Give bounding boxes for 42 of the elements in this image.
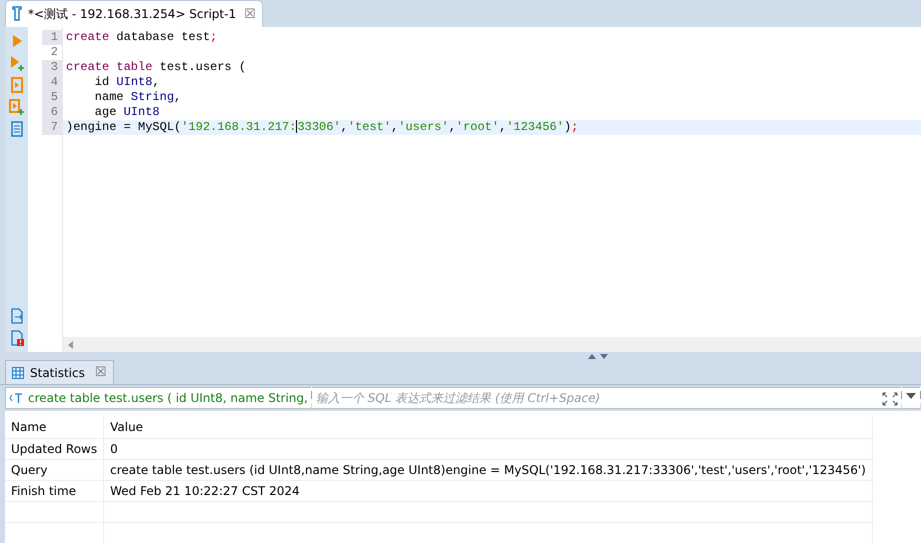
scroll-left-icon[interactable] [67, 340, 75, 350]
tab-title: Statistics [30, 366, 85, 380]
play-add-icon[interactable] [8, 55, 24, 71]
text-cursor-icon [5, 387, 25, 409]
statistics-tab[interactable]: Statistics ☒ [5, 360, 114, 384]
script-run-icon[interactable] [10, 77, 24, 93]
dropdown-icon[interactable] [902, 387, 920, 409]
query-text: create table test.users ( id UInt8, name String, [25, 387, 311, 409]
code-line: )engine = MySQL('192.168.31.217:33306','test','users','root','123456'); [66, 120, 578, 134]
code-line: create table test.users ( [66, 60, 246, 74]
table-cell: Query [5, 460, 104, 480]
filter-input[interactable]: 输入一个 SQL 表达式来过滤结果 (使用 Ctrl+Space) [312, 387, 879, 409]
horizontal-scrollbar[interactable] [63, 337, 921, 352]
line-number: 1 [42, 30, 62, 45]
code-line: age UInt8 [94, 105, 160, 119]
code-line: create database test; [66, 30, 218, 44]
line-number: 6 [42, 105, 62, 120]
table-cell: Finish time [5, 480, 104, 502]
grid-icon [12, 366, 24, 378]
table-cell: create table test.users (id UInt8,name String,age UInt8)engine = MySQL('192.168.31.217:33306','test','users','root','123456') [104, 460, 872, 480]
close-button[interactable]: ☒ [94, 365, 107, 380]
line-number: 7 [42, 120, 62, 135]
line-number: 2 [50, 45, 59, 60]
line-number: 3 [42, 60, 62, 75]
document-icon [10, 6, 24, 22]
file-error-icon[interactable] [10, 330, 24, 346]
table-cell: Updated Rows [5, 438, 104, 460]
table-cell: 0 [104, 438, 872, 460]
script-add-icon[interactable] [8, 99, 24, 115]
list-icon[interactable] [10, 121, 24, 137]
export-icon[interactable] [10, 308, 24, 324]
line-number: 5 [42, 90, 62, 105]
tab-title: *<测试 - 192.168.31.254> Script-1 [28, 6, 236, 22]
line-number: 4 [42, 75, 62, 90]
column-header[interactable]: Name [5, 416, 104, 438]
column-header[interactable]: Value [104, 416, 872, 438]
table-cell: Wed Feb 21 10:22:27 CST 2024 [104, 480, 872, 502]
expand-icon[interactable] [879, 387, 901, 409]
code-line: name String, [94, 90, 182, 104]
code-line: id UInt8, [94, 75, 160, 89]
close-button[interactable]: ☒ [244, 6, 256, 22]
editor-tab[interactable]: *<测试 - 192.168.31.254> Script-1 ☒ [5, 0, 263, 27]
